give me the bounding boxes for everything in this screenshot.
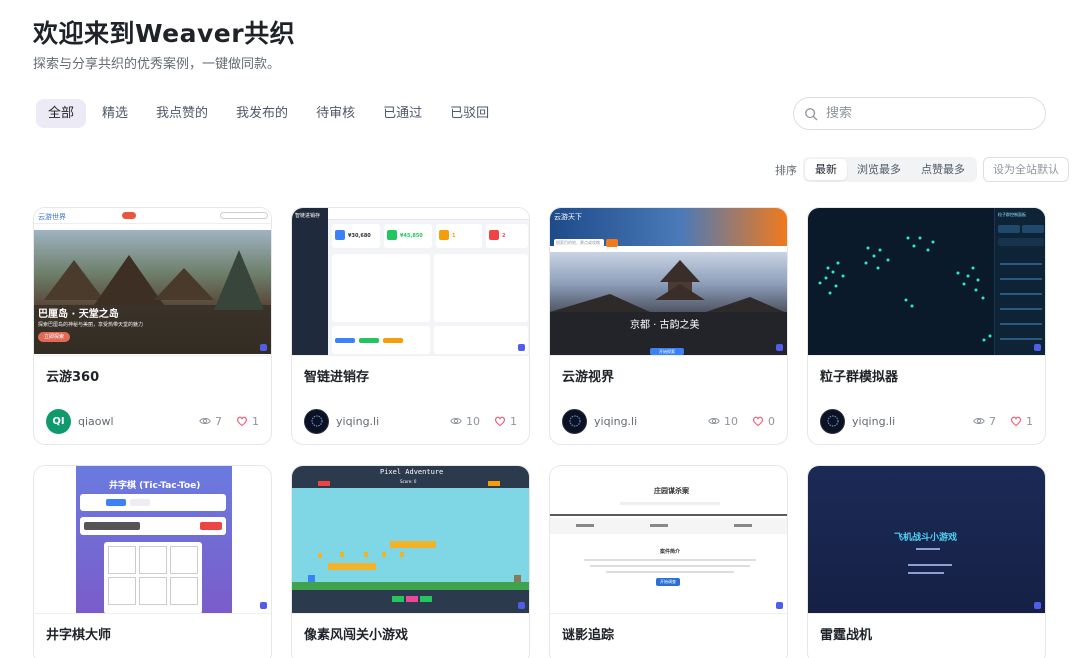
- author-name: qiaowl: [78, 414, 114, 428]
- tab-all[interactable]: 全部: [36, 99, 87, 128]
- heart-icon[interactable]: [752, 415, 764, 427]
- card-thumbnail: 智链进销存 ¥30,680 ¥45,850 1 2: [292, 208, 529, 356]
- card-footer: QI qiaowl 7 1: [46, 408, 259, 434]
- filter-tabs: 全部 精选 我点赞的 我发布的 待审核 已通过 已驳回: [36, 99, 501, 128]
- thumb-hero-subtitle: 探索巴厘岛的神秘与美丽，享受热带天堂的魅力: [38, 322, 144, 328]
- avatar: [562, 408, 587, 434]
- thumb-stat: 2: [502, 233, 506, 239]
- avatar: [304, 408, 329, 434]
- card-thumbnail: 粒子群控制面板: [808, 208, 1045, 356]
- card-footer: yiqing.li 7 1: [820, 408, 1033, 434]
- card-title: 粒子群模拟器: [820, 370, 899, 385]
- view-count: 7: [989, 414, 996, 428]
- thumb-brand: 云游世界: [38, 213, 66, 221]
- set-default-button[interactable]: 设为全站默认: [983, 157, 1069, 182]
- heart-icon[interactable]: [1010, 415, 1022, 427]
- card-thumbnail: 飞机战斗小游戏: [808, 466, 1045, 614]
- thumb-stat: ¥45,850: [400, 233, 423, 239]
- sort-most-liked[interactable]: 点赞最多: [911, 159, 975, 180]
- thumb-hero-title: 京都 · 古韵之美: [630, 320, 700, 331]
- card-stats: 7 1: [973, 415, 1033, 428]
- thumb-brand: 智链进销存: [295, 213, 321, 219]
- sort-label: 排序: [775, 163, 797, 177]
- card-thumbnail: Pixel Adventure Score: 0: [292, 466, 529, 614]
- like-count: 1: [1026, 414, 1033, 428]
- page-subtitle: 探索与分享共织的优秀案例，一键做同款。: [33, 57, 281, 72]
- search-box[interactable]: [793, 97, 1046, 130]
- sort-most-viewed[interactable]: 浏览最多: [847, 159, 911, 180]
- eye-icon: [708, 417, 720, 425]
- like-count: 0: [768, 414, 775, 428]
- card-title: 雷霆战机: [820, 628, 873, 643]
- card-footer: yiqing.li 10 0: [562, 408, 775, 434]
- search-icon: [805, 107, 818, 120]
- card-stats: 10 0: [708, 415, 775, 428]
- thumb-brand: 云游天下: [554, 213, 582, 221]
- like-count: 1: [510, 414, 517, 428]
- view-count: 10: [466, 414, 480, 428]
- card-title: 云游视界: [562, 370, 615, 385]
- card-title: 井字棋大师: [46, 628, 112, 643]
- avatar: [820, 408, 845, 434]
- case-card[interactable]: 飞机战斗小游戏 雷霆战机: [807, 465, 1046, 658]
- case-card[interactable]: 庄园谋杀案 案件简介 开始调查 谜影追踪: [549, 465, 788, 658]
- card-footer: yiqing.li 10 1: [304, 408, 517, 434]
- card-title: 智链进销存: [304, 370, 370, 385]
- thumb-cta: 开始探索: [650, 348, 684, 355]
- thumb-hero-title: 巴厘岛 · 天堂之岛: [38, 309, 119, 320]
- eye-icon: [450, 417, 462, 425]
- heart-icon[interactable]: [236, 415, 248, 427]
- card-thumbnail: 庄园谋杀案 案件简介 开始调查: [550, 466, 787, 614]
- card-title: 谜影追踪: [562, 628, 615, 643]
- tab-approved[interactable]: 已通过: [371, 99, 434, 128]
- eye-icon: [199, 417, 211, 425]
- avatar: QI: [46, 408, 71, 434]
- sort-bar: 排序 最新 浏览最多 点赞最多 设为全站默认: [775, 157, 1069, 182]
- author-name: yiqing.li: [336, 414, 380, 428]
- thumb-panel-title: 粒子群控制面板: [998, 212, 1026, 217]
- thumb-cta: 开始调查: [656, 578, 680, 586]
- thumb-intro: 案件简介: [660, 549, 681, 555]
- view-count: 10: [724, 414, 738, 428]
- card-thumbnail: 云游天下 搜索目的地、景点或攻略 京都 · 古韵之美 开始探索: [550, 208, 787, 356]
- card-title: 像素风闯关小游戏: [304, 628, 409, 643]
- author-name: yiqing.li: [852, 414, 896, 428]
- tab-published[interactable]: 我发布的: [224, 99, 300, 128]
- tab-rejected[interactable]: 已驳回: [438, 99, 501, 128]
- card-stats: 7 1: [199, 415, 259, 428]
- thumb-game-title: 井字棋 (Tic-Tac-Toe): [109, 481, 201, 491]
- thumb-stat: 1: [452, 233, 456, 239]
- case-card[interactable]: 粒子群控制面板 粒子群模拟器 yiqing.li 7 1: [807, 207, 1046, 445]
- view-count: 7: [215, 414, 222, 428]
- thumb-score: Score: 0: [400, 479, 417, 484]
- sort-newest[interactable]: 最新: [805, 159, 847, 180]
- like-count: 1: [252, 414, 259, 428]
- author-name: yiqing.li: [594, 414, 638, 428]
- gallery-page: 欢迎来到Weaver共织 探索与分享共织的优秀案例，一键做同款。 全部 精选 我…: [0, 0, 1080, 658]
- card-thumbnail: 云游世界 巴厘岛 · 天堂之岛 探索巴厘岛的神秘与美丽，享受热带天堂的魅力 立即…: [34, 208, 271, 356]
- thumb-game-title: Pixel Adventure: [380, 468, 444, 476]
- thumb-cta: 立即探索: [38, 332, 70, 342]
- thumb-game-title: 飞机战斗小游戏: [894, 533, 958, 543]
- tab-pending[interactable]: 待审核: [304, 99, 367, 128]
- case-card[interactable]: Pixel Adventure Score: 0 像素风闯关小游戏: [291, 465, 530, 658]
- case-card[interactable]: 云游天下 搜索目的地、景点或攻略 京都 · 古韵之美 开始探索 云游视界 yiq…: [549, 207, 788, 445]
- heart-icon[interactable]: [494, 415, 506, 427]
- thumb-search: 搜索目的地、景点或攻略: [556, 240, 600, 245]
- tab-liked[interactable]: 我点赞的: [144, 99, 220, 128]
- card-stats: 10 1: [450, 415, 517, 428]
- tab-featured[interactable]: 精选: [90, 99, 140, 128]
- case-card[interactable]: 井字棋 (Tic-Tac-Toe) 井字棋大师: [33, 465, 272, 658]
- case-card[interactable]: 智链进销存 ¥30,680 ¥45,850 1 2 智链进销存 yiqing.l…: [291, 207, 530, 445]
- thumb-stat: ¥30,680: [348, 233, 371, 239]
- thumb-heading: 庄园谋杀案: [654, 487, 689, 495]
- eye-icon: [973, 417, 985, 425]
- page-title: 欢迎来到Weaver共织: [33, 19, 296, 48]
- card-title: 云游360: [46, 370, 100, 385]
- case-card[interactable]: 云游世界 巴厘岛 · 天堂之岛 探索巴厘岛的神秘与美丽，享受热带天堂的魅力 立即…: [33, 207, 272, 445]
- sort-options: 最新 浏览最多 点赞最多: [803, 157, 977, 182]
- search-input[interactable]: [826, 106, 1026, 121]
- card-thumbnail: 井字棋 (Tic-Tac-Toe): [34, 466, 271, 614]
